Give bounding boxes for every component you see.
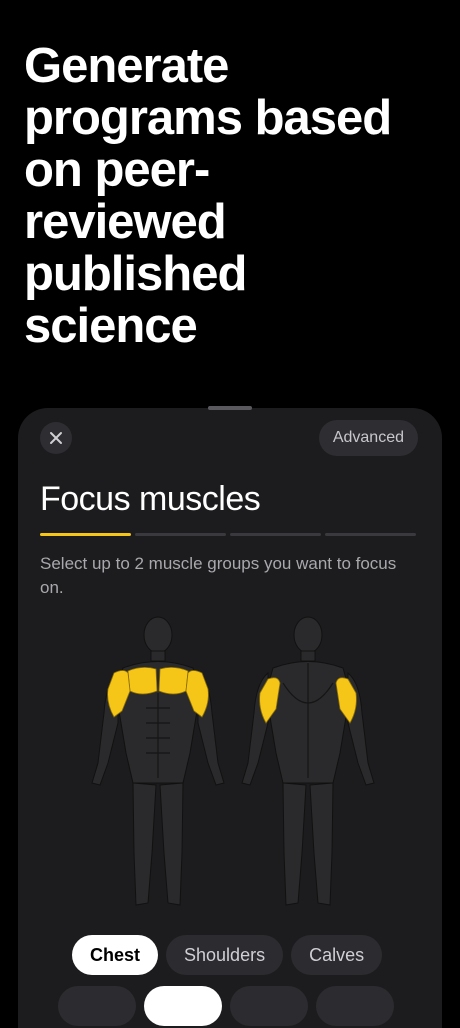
progress-step: [230, 533, 321, 536]
progress-step: [325, 533, 416, 536]
page-title: Focus muscles: [40, 480, 261, 518]
step-progress: [40, 533, 416, 536]
chip-calves[interactable]: Calves: [291, 935, 383, 975]
close-button[interactable]: [40, 422, 72, 454]
focus-muscles-sheet: Advanced Focus muscles Select up to 2 mu…: [18, 406, 442, 1028]
headline: Generate programs based on peer- reviewe…: [24, 39, 392, 353]
chip-partial[interactable]: [316, 986, 394, 1026]
chip-partial[interactable]: [230, 986, 308, 1026]
chip-chest[interactable]: Chest: [72, 935, 159, 975]
chip-shoulders[interactable]: Shoulders: [166, 935, 284, 975]
close-icon: [50, 432, 62, 444]
chip-partial[interactable]: [58, 986, 136, 1026]
advanced-button[interactable]: Advanced: [318, 420, 418, 456]
chip-partial-selected[interactable]: [144, 986, 222, 1026]
muscle-map[interactable]: [78, 613, 388, 913]
sheet-grabber[interactable]: [208, 406, 252, 410]
muscle-chip-row-2: [58, 986, 394, 1026]
instruction-text: Select up to 2 muscle groups you want to…: [40, 554, 397, 597]
progress-step: [40, 533, 131, 536]
progress-step: [135, 533, 226, 536]
muscle-chip-row: Chest Shoulders Calves: [72, 935, 383, 975]
